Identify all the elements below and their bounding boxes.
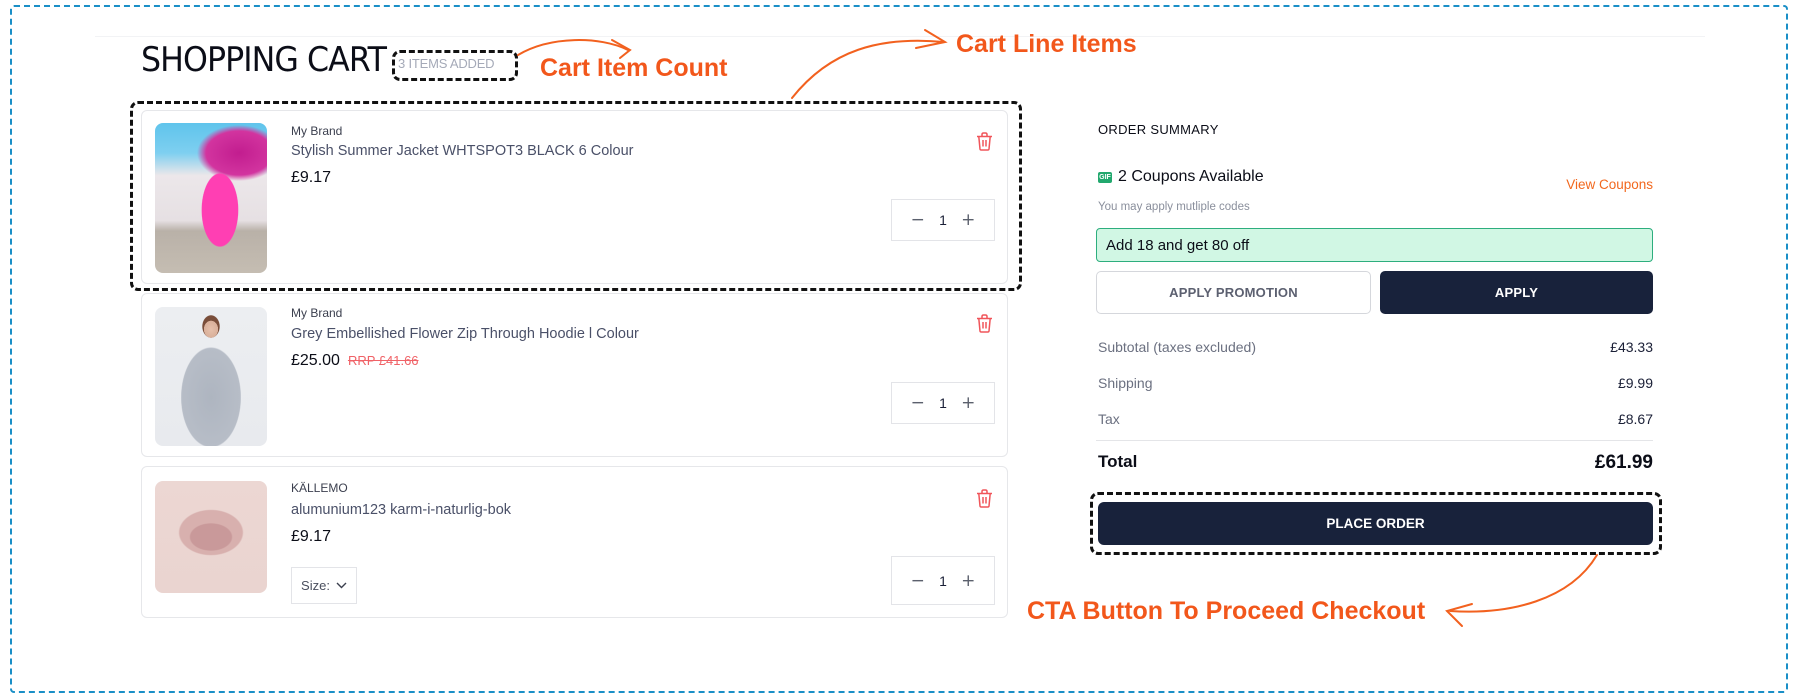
summary-line-label: Tax bbox=[1098, 411, 1120, 427]
view-coupons-link[interactable]: View Coupons bbox=[1566, 177, 1653, 192]
header-divider bbox=[95, 36, 1705, 37]
summary-line-value: £43.33 bbox=[1610, 339, 1653, 355]
annotation-cta-button: CTA Button To Proceed Checkout bbox=[1027, 597, 1426, 625]
decrement-button[interactable]: − bbox=[908, 210, 928, 230]
rrp-price: RRP £41.66 bbox=[347, 353, 419, 368]
cart-line-item: My Brand Grey Embellished Flower Zip Thr… bbox=[141, 293, 1008, 457]
annotation-cart-line-items: Cart Line Items bbox=[956, 30, 1137, 58]
cart-line-item: KÄLLEMO alumunium123 karm-i-naturlig-bok… bbox=[141, 466, 1008, 618]
item-count-badge: 3 ITEMS ADDED bbox=[398, 56, 495, 71]
place-order-button[interactable]: PLACE ORDER bbox=[1098, 502, 1653, 545]
gif-icon: GIF bbox=[1098, 171, 1112, 183]
cart-line-item: My Brand Stylish Summer Jacket WHTSPOT3 … bbox=[141, 110, 1008, 284]
product-image[interactable] bbox=[155, 481, 267, 593]
size-select[interactable]: Size: bbox=[291, 567, 357, 604]
product-title[interactable]: Grey Embellished Flower Zip Through Hood… bbox=[291, 326, 639, 342]
total-value: £61.99 bbox=[1594, 452, 1653, 473]
current-price: £25.00 bbox=[291, 352, 340, 369]
current-price: £9.17 bbox=[291, 528, 332, 545]
total-label: Total bbox=[1098, 452, 1138, 471]
trash-icon[interactable] bbox=[976, 132, 993, 151]
size-label: Size: bbox=[301, 578, 330, 593]
decrement-button[interactable]: − bbox=[908, 393, 928, 413]
trash-icon[interactable] bbox=[976, 314, 993, 333]
product-brand: My Brand bbox=[291, 306, 343, 320]
summary-line-label: Shipping bbox=[1098, 375, 1153, 391]
coupon-code-field[interactable]: Add 18 and get 80 off bbox=[1096, 228, 1653, 262]
summary-line-value: £8.67 bbox=[1617, 411, 1653, 427]
product-image[interactable] bbox=[155, 123, 267, 273]
quantity-value[interactable]: 1 bbox=[939, 395, 947, 411]
current-price: £9.17 bbox=[291, 169, 332, 186]
summary-line-label: Subtotal (taxes excluded) bbox=[1098, 339, 1256, 355]
increment-button[interactable]: + bbox=[958, 210, 978, 230]
summary-line-shipping: Shipping £9.99 bbox=[1098, 375, 1653, 391]
product-image[interactable] bbox=[155, 307, 267, 446]
summary-divider bbox=[1096, 440, 1653, 441]
apply-promotion-button[interactable]: APPLY PROMOTION bbox=[1096, 271, 1371, 314]
quantity-stepper: − 1 + bbox=[891, 382, 995, 424]
summary-line-value: £9.99 bbox=[1617, 375, 1653, 391]
chevron-down-icon bbox=[336, 582, 347, 589]
coupon-hint: You may apply mutliple codes bbox=[1098, 201, 1250, 213]
quantity-value[interactable]: 1 bbox=[939, 212, 947, 228]
quantity-stepper: − 1 + bbox=[891, 556, 995, 605]
decrement-button[interactable]: − bbox=[908, 571, 928, 591]
product-brand: My Brand bbox=[291, 124, 343, 138]
quantity-stepper: − 1 + bbox=[891, 199, 995, 241]
quantity-value[interactable]: 1 bbox=[939, 573, 947, 589]
product-brand: KÄLLEMO bbox=[291, 481, 348, 495]
increment-button[interactable]: + bbox=[958, 571, 978, 591]
product-title[interactable]: alumunium123 karm-i-naturlig-bok bbox=[291, 502, 511, 518]
coupons-available: GIF 2 Coupons Available bbox=[1098, 168, 1264, 186]
trash-icon[interactable] bbox=[976, 489, 993, 508]
summary-line-tax: Tax £8.67 bbox=[1098, 411, 1653, 427]
page-title: SHOPPING CART bbox=[141, 40, 387, 80]
coupons-available-label: 2 Coupons Available bbox=[1118, 168, 1264, 185]
product-price: £25.00 RRP £41.66 bbox=[291, 352, 419, 370]
increment-button[interactable]: + bbox=[958, 393, 978, 413]
product-price: £9.17 bbox=[291, 528, 331, 546]
summary-total: Total £61.99 bbox=[1098, 452, 1653, 474]
apply-button[interactable]: APPLY bbox=[1380, 271, 1653, 314]
product-title[interactable]: Stylish Summer Jacket WHTSPOT3 BLACK 6 C… bbox=[291, 143, 633, 159]
product-price: £9.17 bbox=[291, 169, 331, 187]
annotation-cart-item-count: Cart Item Count bbox=[540, 54, 728, 82]
order-summary-heading: ORDER SUMMARY bbox=[1098, 122, 1219, 137]
summary-line-subtotal: Subtotal (taxes excluded) £43.33 bbox=[1098, 339, 1653, 355]
